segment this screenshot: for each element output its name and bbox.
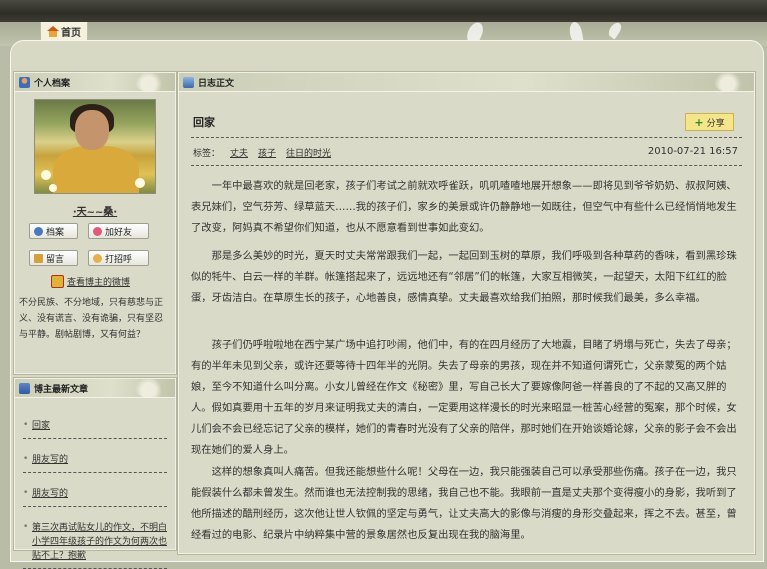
article-link[interactable]: 朋友写的: [23, 483, 167, 507]
tag-link[interactable]: 孩子: [258, 146, 276, 159]
post-paragraph: 一年中最喜欢的就是回老家，孩子们考试之前就欢呼雀跃，叽叽喳喳地展开想象——即将见…: [191, 180, 737, 234]
avatar[interactable]: [34, 99, 156, 194]
leaf-decoration: [714, 73, 748, 91]
divider: [191, 137, 742, 138]
share-button-label: 分享: [706, 118, 725, 129]
archive-button-label: 档案: [46, 227, 65, 238]
greet-button[interactable]: 打招呼: [88, 250, 149, 266]
article-link[interactable]: 回家: [23, 415, 167, 439]
heart-icon: [93, 226, 102, 236]
leaf-decoration: [135, 73, 169, 91]
weibo-icon: [51, 275, 64, 288]
diary-panel: 日志正文 回家 + 分享 标签： 丈夫 孩子 往日的时光 2010-07-21 …: [177, 71, 756, 555]
recent-panel-title: 博主最新文章: [34, 384, 89, 395]
tag-link[interactable]: 往日的时光: [286, 146, 331, 159]
book-icon: [183, 76, 194, 88]
post-paragraph: 那是多么美妙的时光，夏天时丈夫常常跟我们一起，一起回到玉树的草原，我们呼吸到各种…: [191, 250, 737, 304]
hand-icon: [93, 253, 102, 263]
profile-panel-header: 个人档案: [15, 73, 175, 92]
add-friend-button[interactable]: 加好友: [88, 223, 149, 239]
recent-articles-panel: 博主最新文章 回家 朋友写的 朋友写的 第三次再试贴女儿的作文，不明白小学四年级…: [13, 377, 177, 569]
profile-bio: 不分民族、不分地域，只有慈悲与正义、没有谎言、没有诡骗，只有坚忍与平静。剧帖剧博…: [19, 298, 164, 340]
user-icon: [19, 76, 30, 88]
post-paragraph: 这样的想象真叫人痛苦。但我还能想些什么呢！父母在一边，我只能强装自己可以承受那些…: [191, 466, 737, 541]
recent-panel-header: 博主最新文章: [15, 379, 175, 398]
message-button[interactable]: 留言: [29, 250, 78, 266]
tags-row: 标签： 丈夫 孩子 往日的时光: [193, 146, 331, 159]
profile-panel: 个人档案 ·天~~桑· 档案 加好友 留言 打招呼 查看博主的微博 不分民族、不…: [13, 71, 177, 375]
nav-home-tab[interactable]: 首页: [40, 22, 88, 41]
profile-name[interactable]: ·天~~桑·: [15, 203, 175, 218]
home-icon: [47, 25, 59, 37]
article-link[interactable]: 第三次再试贴女儿的作文，不明白小学四年级孩子的作文为何两次也贴不上？抱歉: [23, 517, 167, 569]
document-icon: [19, 382, 30, 394]
recent-articles-list: 回家 朋友写的 朋友写的 第三次再试贴女儿的作文，不明白小学四年级孩子的作文为何…: [23, 415, 167, 569]
diary-panel-header: 日志正文: [179, 73, 754, 92]
leaf-decoration: [135, 379, 169, 397]
post-title: 回家: [193, 116, 215, 129]
post-date: 2010-07-21 16:57: [647, 146, 738, 157]
share-button[interactable]: + 分享: [685, 113, 734, 131]
user-icon: [34, 226, 43, 236]
add-friend-button-label: 加好友: [105, 227, 133, 238]
post-paragraph: 孩子们仍呼啦啦地在西宁某广场中追打吵闹，他们中，有的在四月经历了大地震，目睹了坍…: [191, 339, 737, 456]
top-bar: [0, 0, 767, 22]
weibo-link-label: 查看博主的微博: [67, 278, 131, 288]
plus-icon: +: [694, 115, 704, 129]
diary-section-title: 日志正文: [198, 78, 235, 89]
note-icon: [34, 253, 43, 263]
profile-panel-title: 个人档案: [34, 78, 71, 89]
tags-label: 标签：: [193, 149, 221, 159]
greet-button-label: 打招呼: [105, 254, 133, 265]
tag-link[interactable]: 丈夫: [230, 146, 248, 159]
divider: [191, 165, 742, 166]
message-button-label: 留言: [46, 254, 65, 265]
article-link[interactable]: 朋友写的: [23, 449, 167, 473]
nav-home-label: 首页: [61, 27, 81, 39]
weibo-link[interactable]: 查看博主的微博: [51, 275, 130, 288]
archive-button[interactable]: 档案: [29, 223, 78, 239]
